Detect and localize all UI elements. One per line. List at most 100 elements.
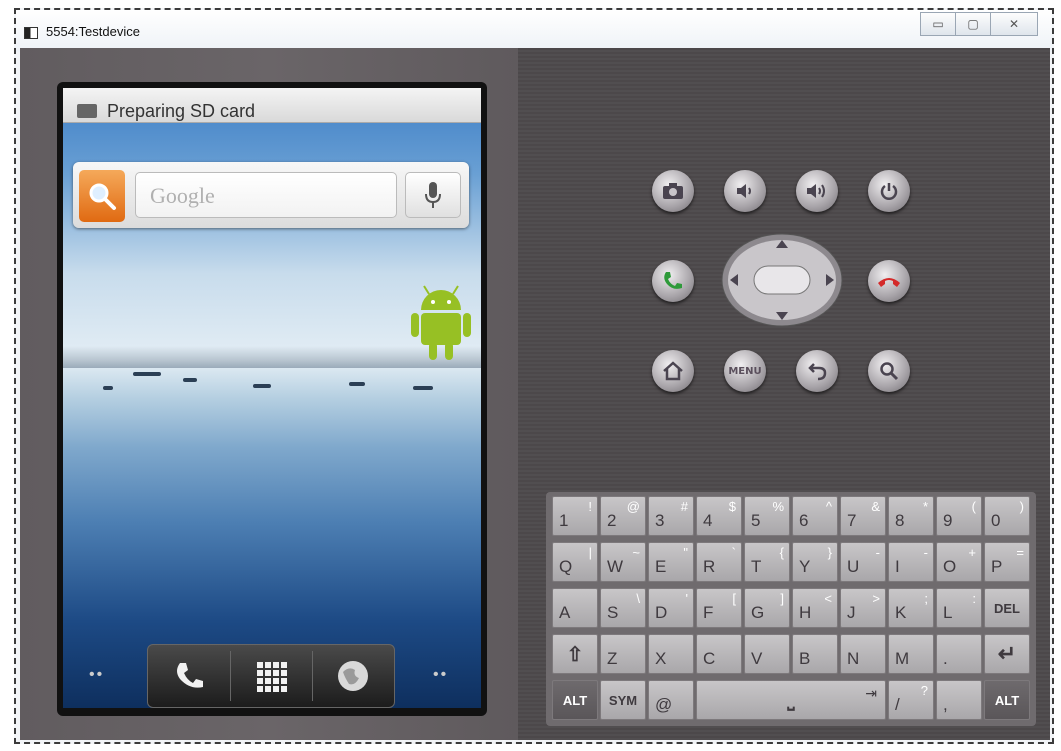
key-3[interactable]: 3 # xyxy=(648,496,694,536)
end-call-icon xyxy=(878,278,900,287)
wallpaper-rock xyxy=(253,384,271,388)
key-slash[interactable]: /? xyxy=(888,680,934,720)
key-h[interactable]: H < xyxy=(792,588,838,628)
key-1[interactable]: 1! xyxy=(552,496,598,536)
volume-down-icon xyxy=(737,184,751,198)
key-6[interactable]: 6 ^ xyxy=(792,496,838,536)
search-button[interactable] xyxy=(79,170,125,222)
hardware-controls-panel: MENU 1! 2 @ 3 # 4 $ 5% 6 ^ 7 & 8 * 9 (0… xyxy=(518,48,1050,740)
microphone-icon xyxy=(425,182,441,208)
phone-icon xyxy=(177,663,203,688)
key-7[interactable]: 7 & xyxy=(840,496,886,536)
key-l[interactable]: L: xyxy=(936,588,982,628)
key-n[interactable]: N xyxy=(840,634,886,674)
key-enter[interactable]: ↵ xyxy=(984,634,1030,674)
status-bar[interactable]: Preparing SD card xyxy=(63,88,481,123)
key-p[interactable]: P = xyxy=(984,542,1030,582)
key-c[interactable]: C xyxy=(696,634,742,674)
key-4[interactable]: 4 $ xyxy=(696,496,742,536)
key-period[interactable]: . xyxy=(936,634,982,674)
key-a[interactable]: A xyxy=(552,588,598,628)
window-controls: ▭ ▢ ✕ xyxy=(920,12,1038,36)
sd-card-icon xyxy=(77,104,97,118)
key-at[interactable]: @ xyxy=(648,680,694,720)
key-w[interactable]: W ~ xyxy=(600,542,646,582)
key-2[interactable]: 2 @ xyxy=(600,496,646,536)
search-placeholder: Google xyxy=(150,183,215,208)
key-v[interactable]: V xyxy=(744,634,790,674)
call-button[interactable] xyxy=(652,260,694,302)
key-i[interactable]: I- xyxy=(888,542,934,582)
search-input[interactable]: Google xyxy=(135,172,397,218)
key-j[interactable]: J > xyxy=(840,588,886,628)
key-k[interactable]: K; xyxy=(888,588,934,628)
key-u[interactable]: U- xyxy=(840,542,886,582)
wallpaper-rock xyxy=(413,386,433,390)
wallpaper-rock xyxy=(349,382,365,386)
dock-apps-button[interactable] xyxy=(230,645,312,707)
key-sym[interactable]: SYM xyxy=(600,680,646,720)
dpad-control[interactable] xyxy=(720,232,844,328)
search-icon xyxy=(880,362,899,381)
dock-phone-button[interactable] xyxy=(148,645,230,707)
key-g[interactable]: G] xyxy=(744,588,790,628)
title-bar[interactable]: 5554:Testdevice ▭ ▢ ✕ xyxy=(16,10,1052,52)
camera-button[interactable] xyxy=(652,170,694,212)
home-icon xyxy=(663,361,683,381)
end-call-button[interactable] xyxy=(868,260,910,302)
wallpaper-rock xyxy=(183,378,197,382)
key-q[interactable]: Q | xyxy=(552,542,598,582)
space-icon: ⎵ xyxy=(787,689,795,710)
app-grid-icon xyxy=(257,662,287,692)
key-x[interactable]: X xyxy=(648,634,694,674)
volume-down-button[interactable] xyxy=(724,170,766,212)
key-z[interactable]: Z xyxy=(600,634,646,674)
camera-icon xyxy=(663,183,683,199)
page-indicator-left[interactable]: •• xyxy=(89,666,104,684)
home-button[interactable] xyxy=(652,350,694,392)
power-button[interactable] xyxy=(868,170,910,212)
key-8[interactable]: 8 * xyxy=(888,496,934,536)
dock-bar xyxy=(147,644,395,708)
key-alt-left[interactable]: ALT xyxy=(552,680,598,720)
key-9[interactable]: 9( xyxy=(936,496,982,536)
search-hw-button[interactable] xyxy=(868,350,910,392)
minimize-button[interactable]: ▭ xyxy=(920,12,956,36)
key-s[interactable]: S \ xyxy=(600,588,646,628)
key-5[interactable]: 5% xyxy=(744,496,790,536)
close-button[interactable]: ✕ xyxy=(990,12,1038,36)
voice-search-button[interactable] xyxy=(405,172,461,218)
key-r[interactable]: R ` xyxy=(696,542,742,582)
key-alt-right[interactable]: ALT xyxy=(984,680,1030,720)
magnifier-icon xyxy=(89,183,116,210)
key-0[interactable]: 0) xyxy=(984,496,1030,536)
device-screen-panel: Preparing SD card Google •• •• xyxy=(20,48,518,740)
window-title: 5554:Testdevice xyxy=(46,24,140,39)
google-search-widget: Google xyxy=(73,162,469,228)
key-comma[interactable]: , xyxy=(936,680,982,720)
key-o[interactable]: O + xyxy=(936,542,982,582)
enter-icon: ↵ xyxy=(997,641,1017,666)
key-y[interactable]: Y} xyxy=(792,542,838,582)
device-screen[interactable]: Preparing SD card Google •• •• xyxy=(63,88,481,708)
maximize-button[interactable]: ▢ xyxy=(955,12,991,36)
key-b[interactable]: B xyxy=(792,634,838,674)
emulator-body: Preparing SD card Google •• •• MENU 1 ! … xyxy=(20,48,1050,740)
key-e[interactable]: E " xyxy=(648,542,694,582)
key-shift[interactable]: ⇧ xyxy=(552,634,598,674)
key-del[interactable]: DEL xyxy=(984,588,1030,628)
del-label: DEL xyxy=(994,600,1020,616)
key-m[interactable]: M xyxy=(888,634,934,674)
key-f[interactable]: F[ xyxy=(696,588,742,628)
key-space[interactable]: ⎵ ⇥ xyxy=(696,680,886,720)
page-indicator-right[interactable]: •• xyxy=(433,666,448,684)
volume-up-button[interactable] xyxy=(796,170,838,212)
key-t[interactable]: T{ xyxy=(744,542,790,582)
app-icon xyxy=(24,27,38,39)
dock-browser-button[interactable] xyxy=(312,645,394,707)
menu-button[interactable]: MENU xyxy=(724,350,766,392)
back-button[interactable] xyxy=(796,350,838,392)
menu-label: MENU xyxy=(728,365,762,377)
volume-up-icon xyxy=(807,184,825,198)
key-d[interactable]: D ' xyxy=(648,588,694,628)
